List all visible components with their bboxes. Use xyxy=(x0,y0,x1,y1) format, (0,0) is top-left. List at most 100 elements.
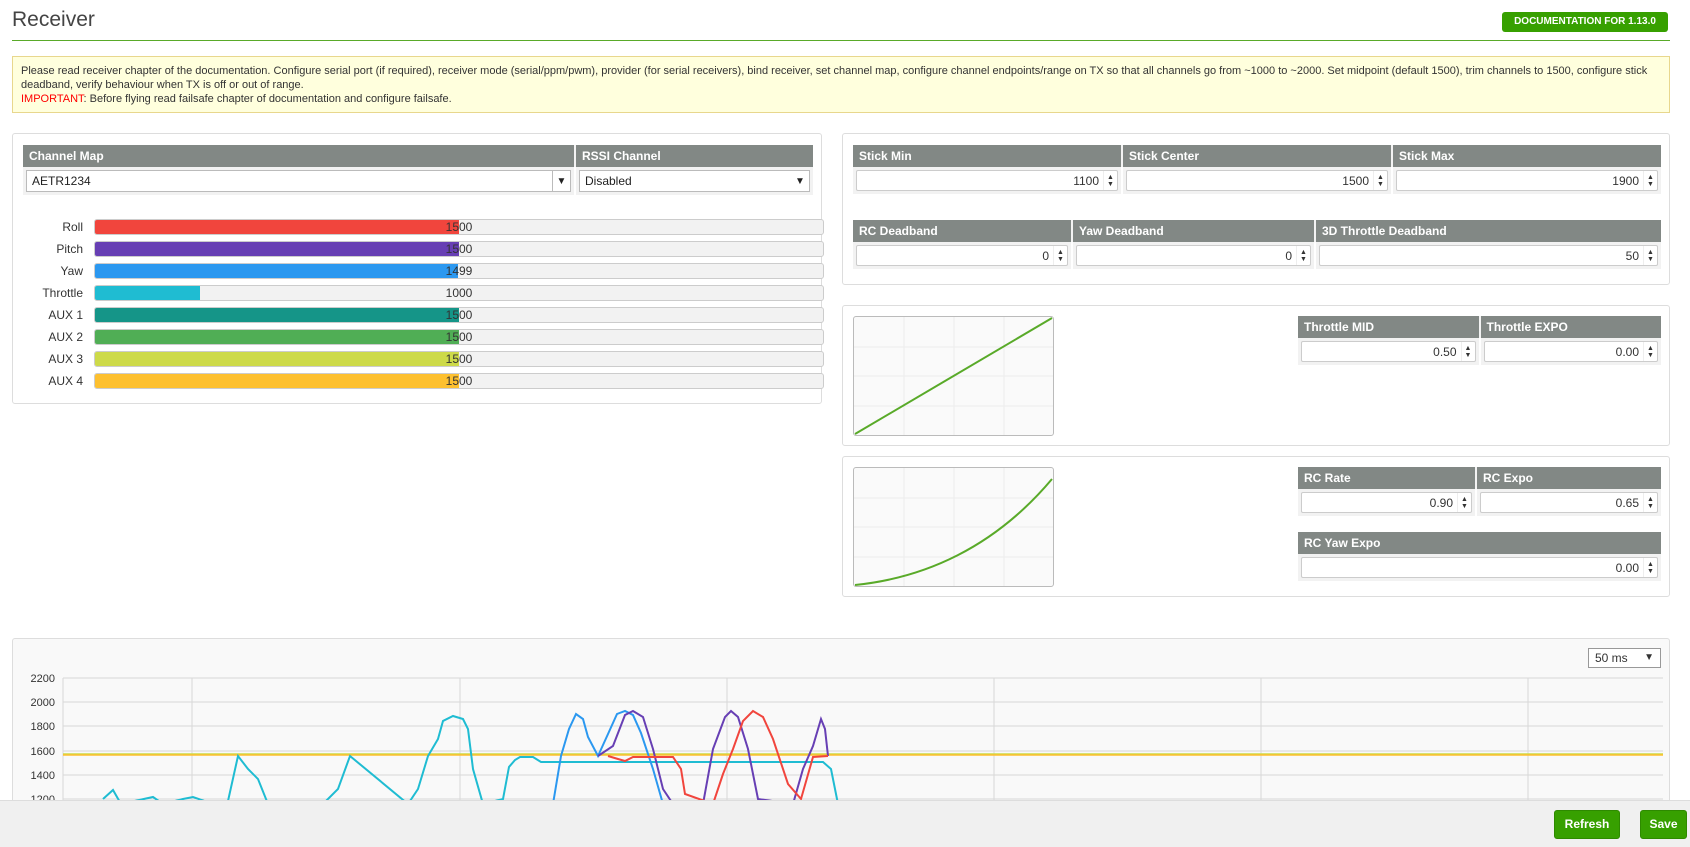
channel-map-select[interactable]: AETR1234 ▼ xyxy=(26,170,571,192)
info-note: Please read receiver chapter of the docu… xyxy=(12,56,1670,113)
rc-yaw-expo-header: RC Yaw Expo xyxy=(1304,536,1381,550)
chevron-down-icon: ▼ xyxy=(552,171,570,191)
throttle-curve xyxy=(853,316,1054,436)
channel-map-label: Channel Map xyxy=(23,145,576,167)
spinner-icon[interactable]: ▲ ▼ xyxy=(1103,171,1117,190)
stick-center-input[interactable]: 1500 ▲ ▼ xyxy=(1126,170,1388,191)
stick-max-input[interactable]: 1900 ▲ ▼ xyxy=(1396,170,1658,191)
channel-value: 1500 xyxy=(445,308,473,322)
channel-bar: 1500 xyxy=(94,351,824,367)
channel-value: 1500 xyxy=(445,352,473,366)
y-tick: 1600 xyxy=(31,746,55,758)
stick-panel: Stick Min Stick Center Stick Max 1100 ▲ ▼ … xyxy=(842,133,1670,285)
stick-min-header: Stick Min xyxy=(853,145,1123,167)
yaw-deadband-input[interactable]: 0 ▲ ▼ xyxy=(1076,245,1311,266)
rssi-channel-value: Disabled xyxy=(585,174,632,188)
spinner-icon[interactable]: ▲ ▼ xyxy=(1643,171,1657,190)
spinner-icon[interactable]: ▲ ▼ xyxy=(1643,342,1657,361)
refresh-button[interactable]: Refresh xyxy=(1554,810,1620,839)
important-text: : Before flying read failsafe chapter of… xyxy=(83,93,452,105)
throttle-expo-header: Throttle EXPO xyxy=(1486,320,1568,334)
channel-row: AUX 3 1500 xyxy=(23,351,824,373)
spinner-icon[interactable]: ▲ ▼ xyxy=(1053,246,1067,265)
rc-rate-value: 0.90 xyxy=(1429,495,1453,510)
channel-row: Roll 1500 xyxy=(23,219,824,241)
spinner-icon[interactable]: ▲ ▼ xyxy=(1460,342,1475,361)
rc-expo-header: RC Expo xyxy=(1483,471,1534,485)
throttle-mid-header: Throttle MID xyxy=(1298,316,1481,338)
throttle-curve-graph xyxy=(854,317,1053,435)
receiver-graph-panel: 2200 2000 1800 1600 1400 1200 xyxy=(12,638,1670,808)
rc-rate-header: RC Rate xyxy=(1298,467,1477,489)
stick-max-header: Stick Max xyxy=(1399,149,1455,163)
rssi-channel-label: RSSI Channel xyxy=(582,149,661,163)
channel-bar: 1500 xyxy=(94,219,824,235)
save-button[interactable]: Save xyxy=(1640,810,1687,839)
rc-yaw-expo-input[interactable]: 0.00 ▲ ▼ xyxy=(1301,557,1658,578)
rc-rate-input[interactable]: 0.90 ▲ ▼ xyxy=(1301,492,1472,513)
chevron-down-icon: ▼ xyxy=(1644,652,1654,663)
channel-row: Throttle 1000 xyxy=(23,285,824,307)
throttle-deadband-input[interactable]: 50 ▲ ▼ xyxy=(1319,245,1658,266)
spinner-icon[interactable]: ▲ ▼ xyxy=(1643,558,1657,577)
rc-yaw-expo-value: 0.00 xyxy=(1615,560,1639,575)
channel-bar: 1500 xyxy=(94,307,824,323)
spinner-icon[interactable]: ▲ ▼ xyxy=(1457,493,1471,512)
channel-row: Pitch 1500 xyxy=(23,241,824,263)
stick-max-value: 1900 xyxy=(1612,173,1639,188)
channel-label: Yaw xyxy=(60,264,83,278)
throttle-panel: Throttle MID Throttle EXPO 0.50 ▲ ▼ 0.00 ▲ ▼ xyxy=(842,305,1670,446)
receiver-graph: 2200 2000 1800 1600 1400 1200 xyxy=(31,673,1663,807)
channel-value: 1000 xyxy=(445,286,473,300)
channel-map-header: Channel Map RSSI Channel xyxy=(23,145,813,167)
throttle-mid-value: 0.50 xyxy=(1433,344,1457,359)
channel-bar: 1500 xyxy=(94,329,824,345)
channel-row: Yaw 1499 xyxy=(23,263,824,285)
throttle-deadband-value: 50 xyxy=(1625,248,1639,263)
rc-rate-panel: RC Rate RC Expo 0.90 ▲ ▼ 0.65 ▲ ▼ RC Yaw Exp… xyxy=(842,456,1670,597)
channel-label: AUX 2 xyxy=(48,330,83,344)
channel-value: 1500 xyxy=(445,220,473,234)
yaw-deadband-header: Yaw Deadband xyxy=(1073,220,1316,242)
spinner-icon[interactable]: ▲ ▼ xyxy=(1296,246,1310,265)
spinner-icon[interactable]: ▲ ▼ xyxy=(1373,171,1387,190)
channel-bar: 1499 xyxy=(94,263,824,279)
rc-deadband-value: 0 xyxy=(1042,248,1049,263)
channel-row: AUX 4 1500 xyxy=(23,373,824,395)
stick-center-header: Stick Center xyxy=(1123,145,1393,167)
page-title: Receiver xyxy=(12,8,95,31)
channel-label: Throttle xyxy=(42,286,83,300)
stick-min-value: 1100 xyxy=(1073,173,1099,188)
graph-speed-value: 50 ms xyxy=(1595,651,1628,665)
rc-rate-curve-graph xyxy=(854,468,1053,586)
channel-row: AUX 1 1500 xyxy=(23,307,824,329)
rc-rate-curve xyxy=(853,467,1054,587)
important-label: IMPORTANT xyxy=(21,93,84,105)
stick-center-value: 1500 xyxy=(1342,173,1369,188)
throttle-mid-input[interactable]: 0.50 ▲ ▼ xyxy=(1301,341,1476,362)
bottom-toolbar xyxy=(0,800,1690,847)
channel-label: AUX 1 xyxy=(48,308,83,322)
rc-deadband-input[interactable]: 0 ▲ ▼ xyxy=(856,245,1068,266)
channel-label: Roll xyxy=(62,220,83,234)
channel-value: 1500 xyxy=(445,330,473,344)
header-divider xyxy=(12,40,1670,41)
stick-min-input[interactable]: 1100 ▲ ▼ xyxy=(856,170,1118,191)
rc-deadband-header: RC Deadband xyxy=(853,220,1073,242)
spinner-icon[interactable]: ▲ ▼ xyxy=(1643,493,1657,512)
spinner-icon[interactable]: ▲ ▼ xyxy=(1643,246,1657,265)
documentation-button[interactable]: DOCUMENTATION FOR 1.13.0 xyxy=(1502,12,1668,32)
rssi-channel-select[interactable]: Disabled ▼ xyxy=(579,170,810,192)
channel-value: 1499 xyxy=(445,264,473,278)
channel-label: Pitch xyxy=(56,242,83,256)
graph-speed-select[interactable]: 50 ms ▼ xyxy=(1588,648,1661,668)
throttle-expo-input[interactable]: 0.00 ▲ ▼ xyxy=(1483,341,1658,362)
y-tick: 2000 xyxy=(31,697,55,709)
rc-expo-input[interactable]: 0.65 ▲ ▼ xyxy=(1480,492,1658,513)
y-tick: 1800 xyxy=(31,721,55,733)
channel-value: 1500 xyxy=(445,374,473,388)
throttle-deadband-header: 3D Throttle Deadband xyxy=(1322,224,1447,238)
roll-line xyxy=(607,709,829,806)
y-tick: 2200 xyxy=(31,673,55,685)
channel-map-value: AETR1234 xyxy=(32,174,91,188)
